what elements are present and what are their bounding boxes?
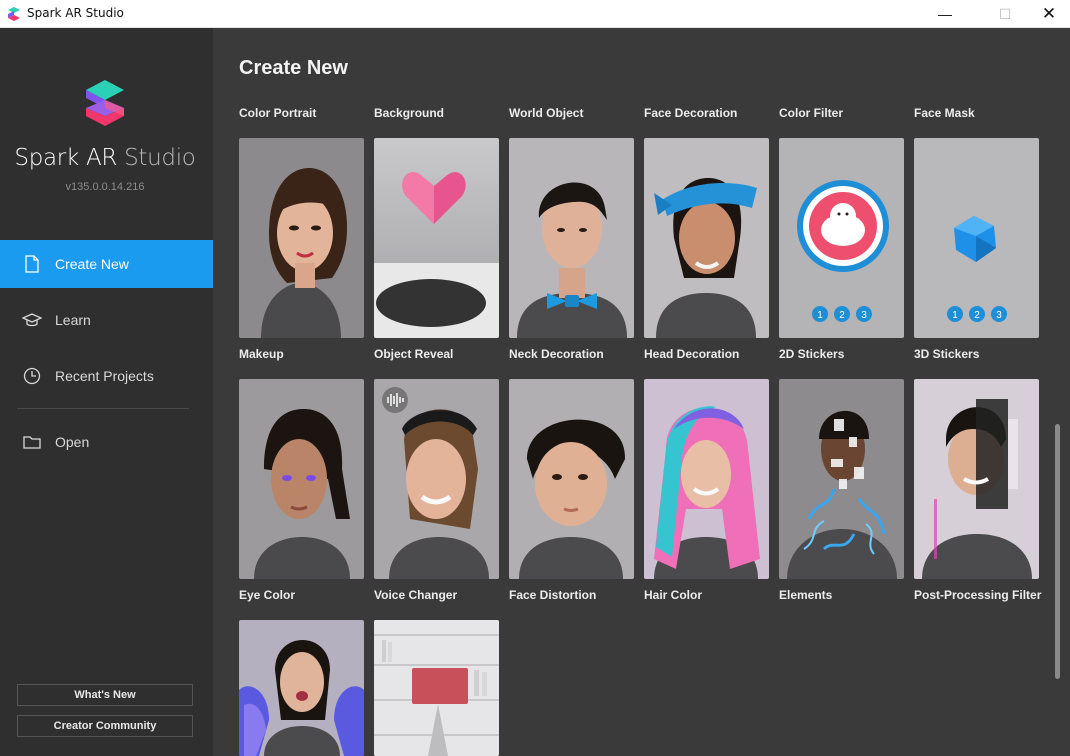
sidebar-divider bbox=[17, 408, 189, 409]
template-card-face-distortion[interactable] bbox=[509, 379, 634, 579]
sidebar: Spark AR Studio v135.0.0.14.216 Create N… bbox=[0, 28, 213, 756]
nav-open[interactable]: Open bbox=[0, 418, 213, 466]
file-icon bbox=[22, 254, 42, 274]
template-label-face-mask: Face Mask bbox=[914, 106, 975, 120]
minimize-button[interactable]: — bbox=[922, 0, 968, 28]
maximize-button[interactable]: ☐ bbox=[982, 0, 1028, 28]
template-label-face-decoration: Face Decoration bbox=[644, 106, 738, 120]
template-card-neck-decoration[interactable] bbox=[509, 138, 634, 338]
template-label-neck-decoration: Neck Decoration bbox=[509, 347, 604, 361]
brand-sub: Studio bbox=[124, 145, 196, 171]
sticker-badge: 2 bbox=[839, 310, 845, 321]
version-label: v135.0.0.14.216 bbox=[65, 181, 145, 193]
template-label-world-object: World Object bbox=[509, 106, 584, 120]
template-card-voice-changer[interactable] bbox=[374, 379, 499, 579]
template-card-eye-color[interactable] bbox=[239, 379, 364, 579]
template-label-color-filter: Color Filter bbox=[779, 106, 844, 120]
template-card-post-processing-filter[interactable] bbox=[914, 379, 1039, 579]
window-title: Spark AR Studio bbox=[27, 6, 124, 20]
template-card-elements[interactable] bbox=[779, 379, 904, 579]
template-label-hair-color: Hair Color bbox=[644, 588, 703, 602]
sticker-badge: 1 bbox=[817, 310, 823, 321]
template-label-makeup: Makeup bbox=[239, 347, 284, 361]
template-label-elements: Elements bbox=[779, 588, 833, 602]
spark-ar-logo bbox=[86, 80, 124, 126]
template-card-object-reveal[interactable] bbox=[374, 138, 499, 338]
title-bar: Spark AR Studio — ☐ ✕ bbox=[0, 0, 1070, 28]
template-card-2d-stickers[interactable]: 1 2 3 bbox=[779, 138, 904, 338]
main-content: Create New Color Portrait Background Wor… bbox=[213, 28, 1070, 756]
creator-community-button[interactable]: Creator Community bbox=[17, 715, 193, 737]
template-card-3d-stickers[interactable]: 1 2 3 bbox=[914, 138, 1039, 338]
nav-recent-projects[interactable]: Recent Projects bbox=[0, 352, 213, 400]
template-label-3d-stickers: 3D Stickers bbox=[914, 347, 980, 361]
nav-label: Learn bbox=[55, 312, 91, 328]
template-label-eye-color: Eye Color bbox=[239, 588, 296, 602]
nav-create-new[interactable]: Create New bbox=[0, 240, 213, 288]
scrollbar-thumb[interactable] bbox=[1055, 424, 1060, 679]
sticker-badge: 3 bbox=[861, 310, 867, 321]
brand-name: Spark AR Studio bbox=[0, 145, 210, 171]
brand-main: Spark AR bbox=[14, 145, 118, 171]
template-card-hair-color[interactable] bbox=[644, 379, 769, 579]
clock-icon bbox=[22, 366, 42, 386]
graduation-cap-icon bbox=[22, 310, 42, 330]
template-card-room-object[interactable] bbox=[374, 620, 499, 756]
template-label-2d-stickers: 2D Stickers bbox=[779, 347, 845, 361]
template-label-background: Background bbox=[374, 106, 445, 120]
sticker-badge: 1 bbox=[952, 310, 958, 321]
template-card-makeup[interactable] bbox=[239, 138, 364, 338]
template-label-color-portrait: Color Portrait bbox=[239, 106, 317, 120]
template-label-head-decoration: Head Decoration bbox=[644, 347, 740, 361]
template-card-butterfly-wings[interactable] bbox=[239, 620, 364, 756]
nav-label: Recent Projects bbox=[55, 368, 154, 384]
page-title: Create New bbox=[239, 57, 348, 79]
template-label-object-reveal: Object Reveal bbox=[374, 347, 454, 361]
nav-learn[interactable]: Learn bbox=[0, 296, 213, 344]
spark-ar-app-icon bbox=[8, 7, 20, 21]
template-label-post-processing-filter: Post-Processing Filter bbox=[914, 588, 1042, 602]
close-button[interactable]: ✕ bbox=[1026, 0, 1070, 28]
folder-icon bbox=[22, 432, 42, 452]
template-card-head-decoration[interactable] bbox=[644, 138, 769, 338]
sticker-badge: 3 bbox=[996, 310, 1002, 321]
nav-label: Create New bbox=[55, 256, 129, 272]
template-label-voice-changer: Voice Changer bbox=[374, 588, 458, 602]
nav-label: Open bbox=[55, 434, 90, 450]
sticker-badge: 2 bbox=[974, 310, 980, 321]
whats-new-button[interactable]: What's New bbox=[17, 684, 193, 706]
template-label-face-distortion: Face Distortion bbox=[509, 588, 597, 602]
